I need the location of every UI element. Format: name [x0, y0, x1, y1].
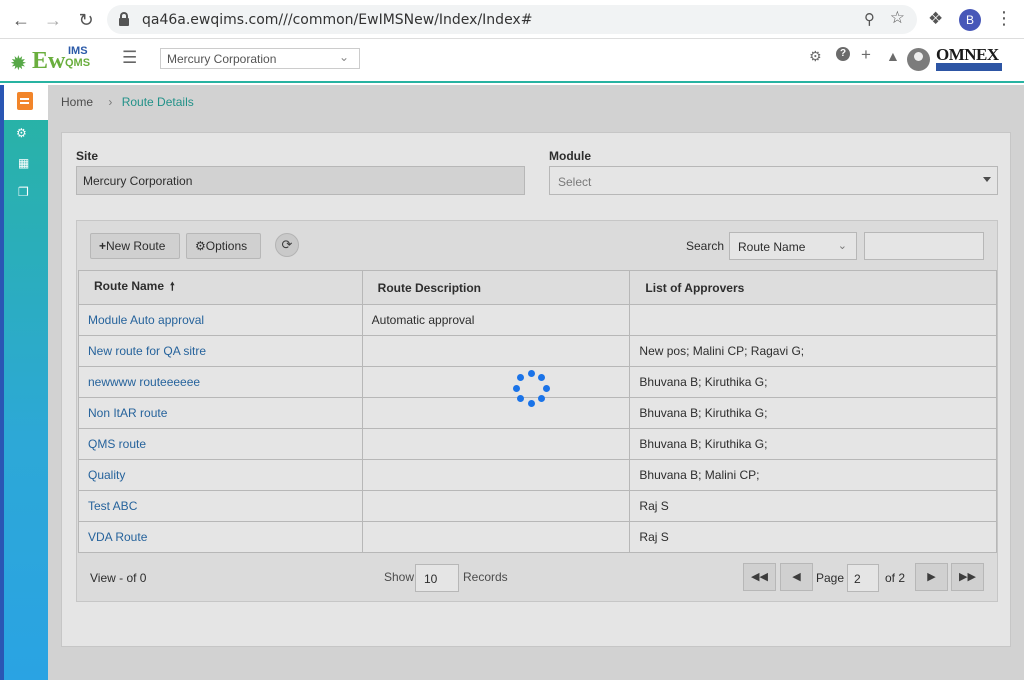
address-bar[interactable]: qa46a.ewqims.com///common/EwIMSNew/Index…	[107, 5, 917, 34]
omnex-logo: OMNEX	[936, 45, 1002, 75]
ewqims-logo[interactable]: ✹ Ew IMS QMS	[10, 44, 98, 78]
header-site-select-value: Mercury Corporation	[167, 52, 277, 66]
extensions-icon[interactable]: ❖	[928, 9, 943, 29]
copy-icon[interactable]: ❐	[18, 185, 29, 199]
building-icon[interactable]: ▦	[18, 156, 29, 170]
header-site-select[interactable]: Mercury Corporation ⌄	[160, 48, 360, 69]
spinner-dot	[527, 399, 535, 407]
profile-avatar[interactable]: B	[959, 9, 981, 31]
app-header: ✹ Ew IMS QMS ☰ Mercury Corporation ⌄ ⚙ ?…	[0, 39, 1024, 83]
bookmark-star-icon[interactable]: ☆	[890, 8, 905, 28]
back-icon[interactable]: ←	[10, 9, 32, 31]
spinner-dot	[538, 395, 546, 403]
logo-qms-text: QMS	[65, 57, 91, 69]
lock-icon	[119, 12, 129, 26]
plus-icon[interactable]: +	[861, 45, 871, 65]
spinner-dot	[516, 373, 524, 381]
spinner-dot	[538, 373, 546, 381]
chevron-down-icon: ⌄	[338, 50, 349, 64]
sidebar-item-documents[interactable]	[4, 85, 48, 120]
gear-icon[interactable]: ⚙	[809, 48, 822, 65]
spinner-dot	[527, 369, 535, 377]
omnex-logo-text: OMNEX	[936, 45, 999, 64]
logo-ew-text: Ew	[32, 48, 66, 74]
browser-toolbar: ← → ↻ qa46a.ewqims.com///common/EwIMSNew…	[0, 0, 1024, 39]
user-avatar[interactable]	[907, 48, 930, 71]
logo-sun-icon: ✹	[10, 53, 27, 75]
reload-icon[interactable]: ↻	[75, 9, 97, 31]
sidebar: ⚙ ▦ ❐	[0, 85, 48, 680]
spinner-dot	[516, 395, 524, 403]
hamburger-menu-icon[interactable]: ☰	[122, 48, 137, 68]
logo-ims-text: IMS	[68, 45, 88, 57]
spinner-dot	[542, 384, 550, 392]
help-icon[interactable]: ?	[836, 47, 850, 61]
zoom-icon[interactable]: ⚲	[864, 10, 875, 28]
forward-icon[interactable]: →	[42, 9, 64, 31]
browser-menu-icon[interactable]: ⋮	[995, 8, 1013, 29]
spinner-dot	[512, 384, 520, 392]
url-text: qa46a.ewqims.com///common/EwIMSNew/Index…	[142, 12, 533, 28]
bell-icon[interactable]: ▲	[886, 48, 900, 64]
cogs-icon[interactable]: ⚙	[16, 126, 27, 140]
loading-spinner-icon	[512, 369, 550, 407]
document-icon	[17, 92, 33, 110]
